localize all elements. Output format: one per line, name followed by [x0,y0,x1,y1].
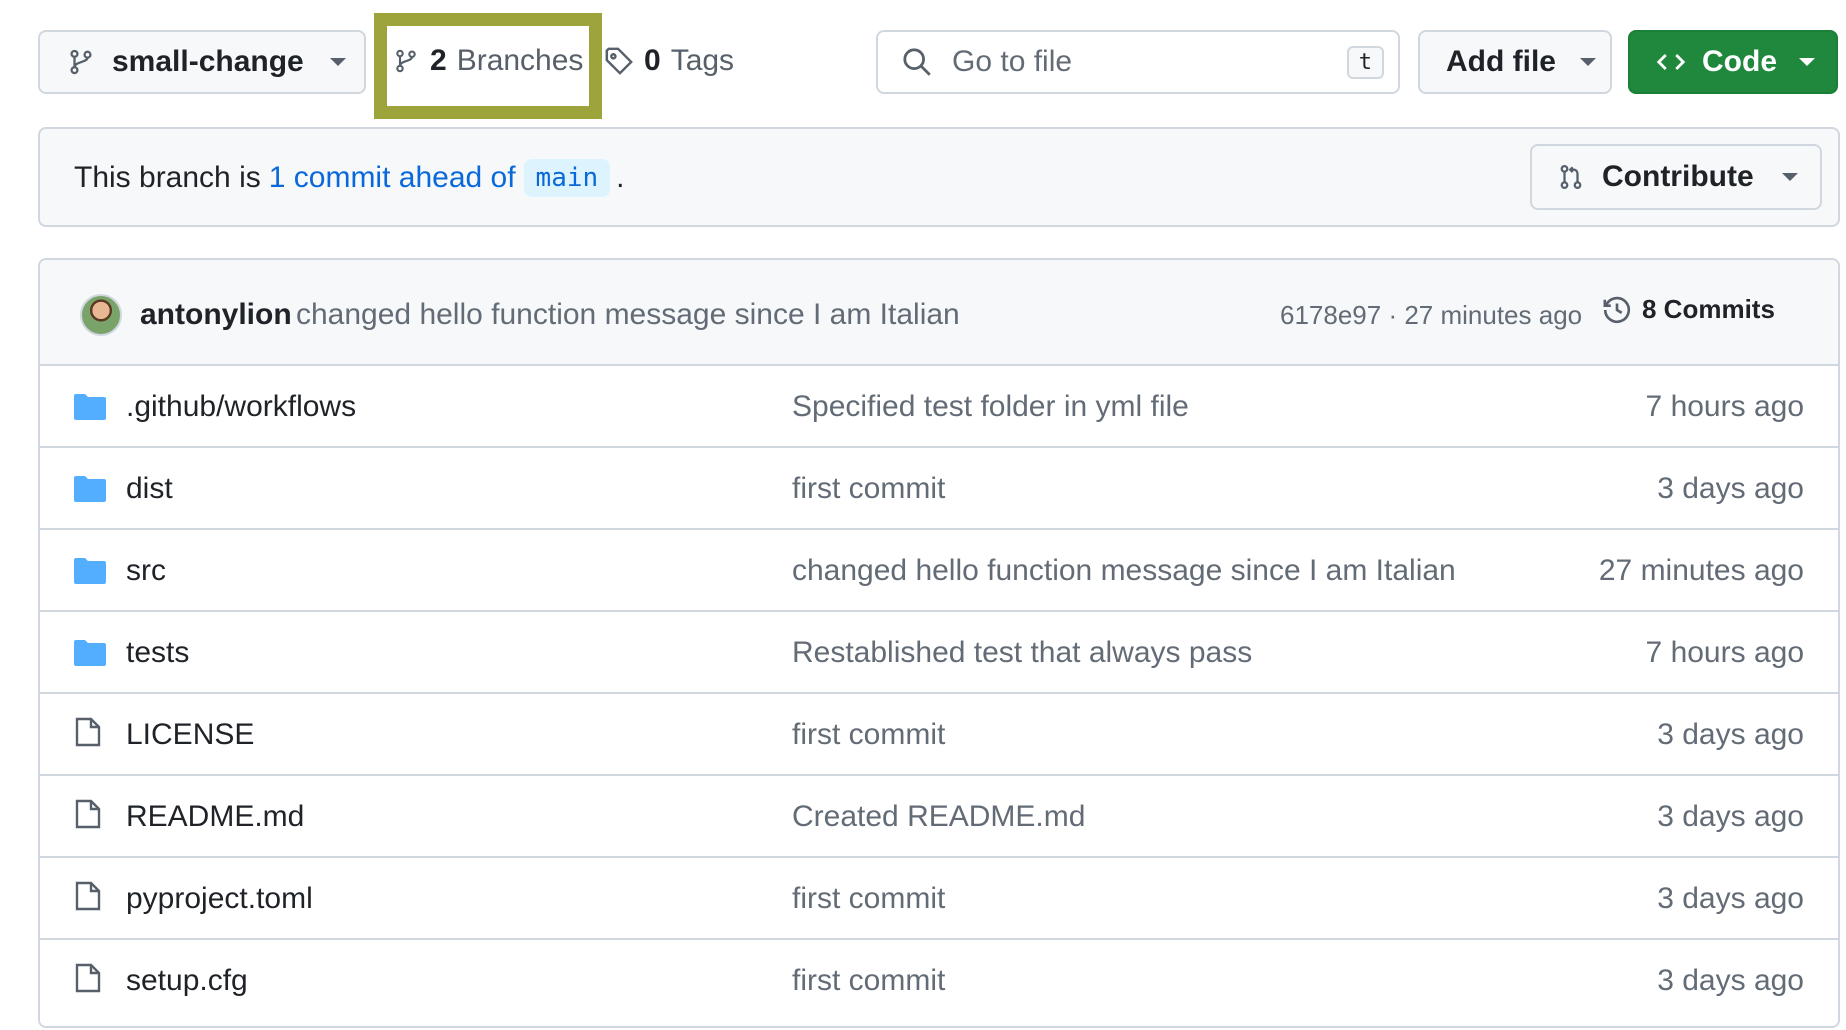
file-table: antonylion changed hello function messag… [38,258,1840,1028]
file-row[interactable]: tests Restablished test that always pass 7… [40,612,1838,694]
commit-author-link[interactable]: antonylion [140,298,292,332]
add-file-label: Add file [1446,45,1556,78]
file-commit-time: 3 days ago [1657,882,1804,915]
tag-icon [604,46,634,76]
file-commit-time: 3 days ago [1657,472,1804,505]
go-to-file-input[interactable]: Go to file t [876,30,1400,94]
tags-label: Tags [670,44,735,77]
file-icon [74,798,102,830]
folder-icon [74,638,106,668]
history-icon [1602,295,1632,325]
code-label: Code [1702,45,1777,78]
branches-count: 2 [430,44,447,77]
commits-count: 8 Commits [1642,294,1775,324]
latest-commit-message[interactable]: changed hello function message since I a… [296,298,960,332]
folder-icon [74,556,106,586]
file-commit-time: 7 hours ago [1645,636,1804,669]
file-name-link[interactable]: README.md [126,800,304,834]
file-commit-message-link[interactable]: first commit [792,472,945,506]
search-icon [902,47,932,77]
go-to-file-placeholder: Go to file [952,45,1073,78]
file-icon [74,716,102,748]
branches-link[interactable]: 2 Branches [394,44,583,78]
commit-hash-and-time[interactable]: 6178e97 · 27 minutes ago [1280,300,1582,331]
file-row[interactable]: setup.cfg first commit 3 days ago [40,940,1838,1022]
pull-request-icon [1558,162,1584,192]
chevron-down-icon [1799,58,1815,66]
branches-label: Branches [456,44,584,77]
contribute-label: Contribute [1602,160,1754,193]
git-branch-icon [394,46,418,76]
file-name-link[interactable]: setup.cfg [126,964,248,998]
file-row[interactable]: LICENSE first commit 3 days ago [40,694,1838,776]
avatar[interactable] [80,294,122,336]
file-row[interactable]: dist first commit 3 days ago [40,448,1838,530]
chevron-down-icon [1781,173,1798,181]
latest-commit-header: antonylion changed hello function messag… [40,260,1838,366]
file-commit-time: 3 days ago [1657,800,1804,833]
file-commit-message-link[interactable]: first commit [792,718,945,752]
file-name-link[interactable]: tests [126,636,189,670]
file-name-link[interactable]: pyproject.toml [126,882,313,916]
branch-status-text: This branch is 1 commit ahead of main . [74,159,625,197]
file-commit-message-link[interactable]: Restablished test that always pass [792,636,1252,670]
file-name-link[interactable]: LICENSE [126,718,254,752]
file-commit-time: 3 days ago [1657,964,1804,997]
folder-icon [74,474,106,504]
file-commit-message-link[interactable]: Created README.md [792,800,1085,834]
file-commit-message-link[interactable]: first commit [792,882,945,916]
tags-link[interactable]: 0 Tags [604,44,734,78]
file-row[interactable]: .github/workflows Specified test folder i… [40,366,1838,448]
file-name-link[interactable]: .github/workflows [126,390,356,424]
file-commit-time: 27 minutes ago [1598,554,1804,587]
tags-count: 0 [644,44,661,77]
keyboard-shortcut-hint: t [1346,45,1384,79]
file-row[interactable]: README.md Created README.md 3 days ago [40,776,1838,858]
code-icon [1656,48,1686,76]
commits-ahead-link[interactable]: 1 commit ahead of [269,161,516,195]
chevron-down-icon [1580,58,1596,66]
file-commit-time: 7 hours ago [1645,390,1804,423]
git-branch-icon [68,47,94,77]
file-icon [74,962,102,994]
file-row[interactable]: src changed hello function message since … [40,530,1838,612]
file-name-link[interactable]: src [126,554,166,588]
file-commit-time: 3 days ago [1657,718,1804,751]
contribute-button[interactable]: Contribute [1530,144,1822,210]
file-row[interactable]: pyproject.toml first commit 3 days ago [40,858,1838,940]
code-button[interactable]: Code [1628,30,1838,94]
file-icon [74,880,102,912]
commits-history-link[interactable]: 8 Commits [1602,294,1775,325]
branch-selector-button[interactable]: small-change [38,30,366,94]
branch-name: small-change [112,45,304,78]
chevron-down-icon [329,58,346,66]
add-file-button[interactable]: Add file [1418,30,1612,94]
banner-prefix: This branch is [74,161,261,194]
file-name-link[interactable]: dist [126,472,173,506]
file-commit-message-link[interactable]: changed hello function message since I a… [792,554,1456,588]
file-commit-message-link[interactable]: first commit [792,964,945,998]
folder-icon [74,392,106,422]
base-branch-link[interactable]: main [523,159,611,197]
file-commit-message-link[interactable]: Specified test folder in yml file [792,390,1189,424]
banner-suffix: . [616,161,625,194]
